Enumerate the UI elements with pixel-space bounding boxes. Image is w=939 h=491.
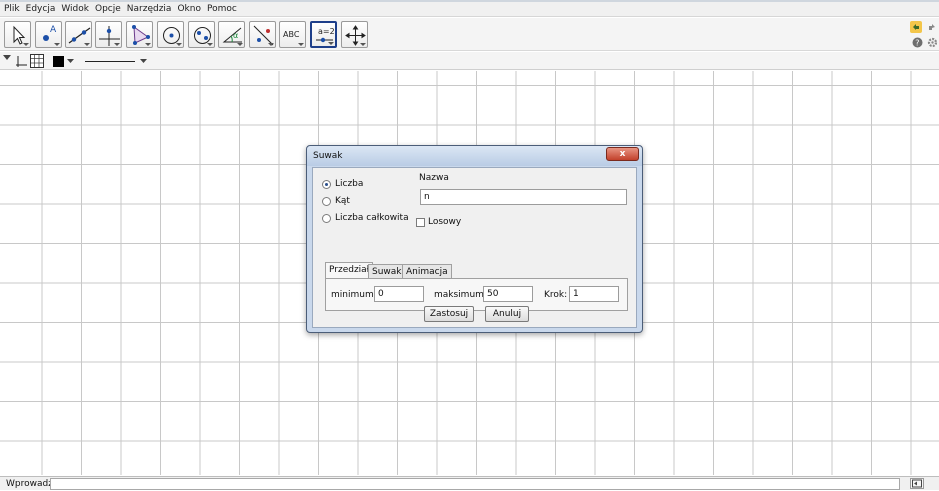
line-tool-button[interactable] <box>65 21 92 48</box>
axes-icon[interactable] <box>15 55 28 68</box>
menu-pomoc[interactable]: Pomoc <box>207 4 237 14</box>
color-dropdown-icon[interactable] <box>67 59 74 64</box>
stylebar-toggle-icon[interactable] <box>3 55 11 61</box>
menu-widok[interactable]: Widok <box>61 4 89 14</box>
text-tool-button[interactable]: ABC <box>279 21 306 48</box>
slider-icon <box>316 37 333 43</box>
radio-liczba-calkowita[interactable]: Liczba całkowita <box>322 213 409 223</box>
menu-plik[interactable]: Plik <box>4 4 20 14</box>
input-label: Wprowadź: <box>6 479 56 489</box>
toolbar: A α ABC a=2 ? <box>0 18 939 51</box>
radio-liczba-calkowita-label: Liczba całkowita <box>335 213 409 223</box>
text-icon: ABC <box>283 30 300 39</box>
radio-dot-selected <box>322 179 331 189</box>
close-button[interactable]: x <box>606 147 639 161</box>
point-tool-label: A <box>50 25 57 35</box>
style-bar <box>0 52 939 70</box>
circle-tool-button[interactable] <box>157 21 184 48</box>
min-label: minimum: <box>331 290 377 300</box>
svg-text:?: ? <box>915 39 919 48</box>
random-checkbox[interactable]: Losowy <box>416 217 461 227</box>
color-swatch[interactable] <box>53 56 64 67</box>
radio-liczba-label: Liczba <box>335 179 364 189</box>
menu-narzedzia[interactable]: Narzędzia <box>127 4 172 14</box>
dialog-titlebar[interactable]: Suwak x <box>307 146 642 166</box>
name-label: Nazwa <box>419 173 449 183</box>
dialog-body: Liczba Kąt Liczba całkowita Nazwa n Loso… <box>312 167 637 328</box>
step-label: Krok: <box>544 290 568 300</box>
help-icon[interactable]: ? <box>912 37 924 49</box>
redo-icon[interactable] <box>926 21 938 33</box>
grid-icon[interactable] <box>30 54 44 68</box>
slider-dialog: Suwak x Liczba Kąt Liczba całkowita Nazw… <box>306 145 643 333</box>
interval-panel: minimum: 0 maksimum: 50 Krok: 1 <box>325 278 628 311</box>
radio-dot <box>322 213 331 223</box>
min-field[interactable]: 0 <box>374 286 424 302</box>
reflect-tool-button[interactable] <box>249 21 276 48</box>
radio-dot <box>322 196 331 206</box>
undo-icon[interactable] <box>910 21 922 33</box>
max-label: maksimum: <box>434 290 487 300</box>
cancel-button[interactable]: Anuluj <box>485 306 529 322</box>
move-view-tool-button[interactable] <box>341 21 368 48</box>
tab-animacja[interactable]: Animacja <box>402 264 452 279</box>
menu-edycja[interactable]: Edycja <box>26 4 56 14</box>
line-style-dropdown-icon[interactable] <box>140 59 147 64</box>
apply-button[interactable]: Zastosuj <box>424 306 474 322</box>
input-bar: Wprowadź: <box>0 476 939 490</box>
polygon-tool-button[interactable] <box>126 21 153 48</box>
tab-przedzial[interactable]: Przedział <box>325 262 374 279</box>
menu-opcje[interactable]: Opcje <box>95 4 121 14</box>
menu-bar: Plik Edycja Widok Opcje Narzędzia Okno P… <box>0 2 939 17</box>
angle-tool-label: α <box>233 31 239 40</box>
perpendicular-tool-button[interactable] <box>95 21 122 48</box>
input-field[interactable] <box>50 478 900 490</box>
point-tool-button[interactable]: A <box>35 21 62 48</box>
input-help-button[interactable] <box>910 478 924 489</box>
dialog-title: Suwak <box>313 151 343 161</box>
step-field[interactable]: 1 <box>569 286 619 302</box>
radio-kat[interactable]: Kąt <box>322 196 350 206</box>
name-field[interactable]: n <box>420 189 627 205</box>
angle-tool-button[interactable]: α <box>218 21 245 48</box>
radio-kat-label: Kąt <box>335 196 350 206</box>
ellipse-tool-button[interactable] <box>188 21 215 48</box>
radio-liczba[interactable]: Liczba <box>322 179 363 189</box>
checkbox-box <box>416 217 425 227</box>
max-field[interactable]: 50 <box>483 286 533 302</box>
random-label: Losowy <box>428 217 462 227</box>
menu-okno[interactable]: Okno <box>177 4 201 14</box>
slider-tool-button[interactable]: a=2 <box>310 21 337 48</box>
tab-suwak[interactable]: Suwak <box>368 264 406 279</box>
gear-icon[interactable] <box>927 37 939 49</box>
line-style-preview[interactable] <box>85 61 135 62</box>
arrow-left-icon <box>912 479 922 488</box>
move-tool-button[interactable] <box>4 21 31 48</box>
close-icon: x <box>619 149 626 159</box>
